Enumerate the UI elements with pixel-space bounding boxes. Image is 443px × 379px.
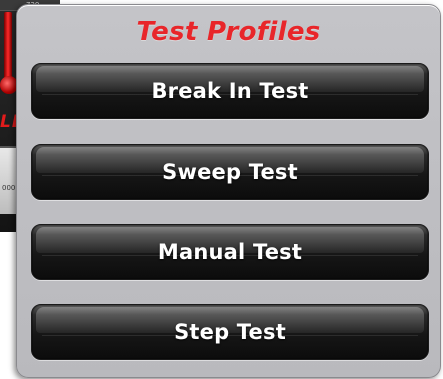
break-in-test-label: Break In Test bbox=[151, 79, 309, 103]
manual-test-label: Manual Test bbox=[157, 240, 303, 264]
test-profiles-popup: Test Profiles Break In Test Sweep Test M… bbox=[16, 4, 441, 378]
step-test-label: Step Test bbox=[174, 320, 286, 344]
background-gauge-tick: 000 bbox=[2, 184, 16, 192]
popup-title: Test Profiles bbox=[136, 17, 321, 47]
sweep-test-label: Sweep Test bbox=[162, 160, 298, 184]
screen: 720 LE 000 Test Profiles Break In Test S… bbox=[0, 0, 443, 379]
break-in-test-button[interactable]: Break In Test bbox=[31, 63, 429, 119]
manual-test-button[interactable]: Manual Test bbox=[31, 224, 429, 280]
sweep-test-button[interactable]: Sweep Test bbox=[31, 144, 429, 200]
step-test-button[interactable]: Step Test bbox=[31, 304, 429, 360]
